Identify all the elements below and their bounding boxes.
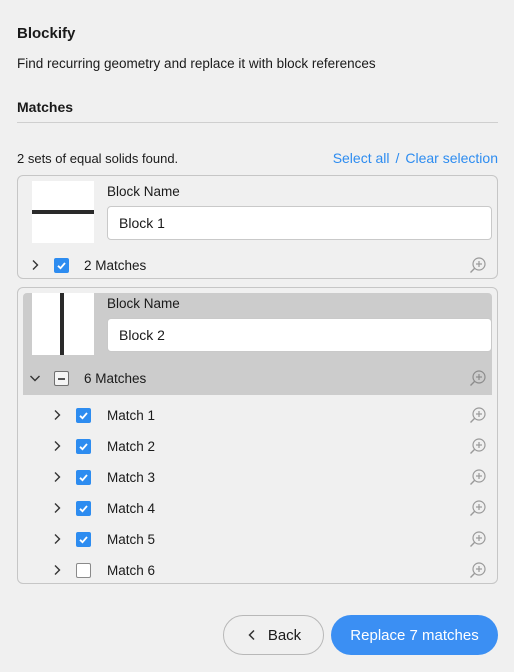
match-4-label: Match 4 xyxy=(107,501,156,516)
select-all-link[interactable]: Select all xyxy=(333,150,390,166)
block-1-matches-label: 2 Matches xyxy=(84,258,147,273)
block-2-thumbnail xyxy=(32,293,94,355)
indeterminate-icon xyxy=(58,377,65,380)
chevron-right-icon[interactable] xyxy=(50,439,64,453)
vertical-solid-preview xyxy=(60,293,64,355)
chevron-left-icon xyxy=(248,629,255,641)
clear-selection-link[interactable]: Clear selection xyxy=(405,150,498,166)
block-1-name-label: Block Name xyxy=(107,184,180,199)
block-group-1: Block Name 2 Matches xyxy=(17,175,498,279)
zoom-in-icon[interactable] xyxy=(469,256,487,274)
match-row-3[interactable]: Match 3 xyxy=(18,462,497,492)
zoom-in-icon[interactable] xyxy=(469,499,487,517)
match-row-5[interactable]: Match 5 xyxy=(18,524,497,554)
link-separator: / xyxy=(395,150,400,166)
block-1-matches-row[interactable]: 2 Matches xyxy=(18,250,497,280)
match-5-checkbox[interactable] xyxy=(76,532,91,547)
app-subtitle: Find recurring geometry and replace it w… xyxy=(17,56,376,71)
match-6-checkbox[interactable] xyxy=(76,563,91,578)
chevron-right-icon[interactable] xyxy=(50,563,64,577)
block-1-thumbnail xyxy=(32,181,94,243)
match-6-label: Match 6 xyxy=(107,563,156,578)
block-1-checkbox[interactable] xyxy=(54,258,69,273)
horizontal-solid-preview xyxy=(32,210,94,214)
section-divider xyxy=(17,122,498,123)
selection-links: Select all / Clear selection xyxy=(333,150,498,166)
match-1-label: Match 1 xyxy=(107,408,156,423)
match-row-2[interactable]: Match 2 xyxy=(18,431,497,461)
zoom-in-icon[interactable] xyxy=(469,530,487,548)
zoom-in-icon[interactable] xyxy=(469,561,487,579)
back-button[interactable]: Back xyxy=(223,615,324,655)
summary-text: 2 sets of equal solids found. xyxy=(17,151,179,166)
block-2-checkbox[interactable] xyxy=(54,371,69,386)
match-2-checkbox[interactable] xyxy=(76,439,91,454)
chevron-right-icon[interactable] xyxy=(50,470,64,484)
app-title: Blockify xyxy=(17,25,76,42)
match-row-4[interactable]: Match 4 xyxy=(18,493,497,523)
block-2-name-input[interactable] xyxy=(107,318,492,352)
block-2-name-label: Block Name xyxy=(107,296,180,311)
chevron-right-icon[interactable] xyxy=(28,258,42,272)
chevron-right-icon[interactable] xyxy=(50,408,64,422)
block-2-matches-label: 6 Matches xyxy=(84,371,147,386)
zoom-in-icon[interactable] xyxy=(469,468,487,486)
chevron-right-icon[interactable] xyxy=(50,532,64,546)
replace-matches-button[interactable]: Replace 7 matches xyxy=(331,615,498,655)
match-row-1[interactable]: Match 1 xyxy=(18,400,497,430)
zoom-in-icon[interactable] xyxy=(469,406,487,424)
match-3-label: Match 3 xyxy=(107,470,156,485)
match-2-label: Match 2 xyxy=(107,439,156,454)
match-4-checkbox[interactable] xyxy=(76,501,91,516)
match-5-label: Match 5 xyxy=(107,532,156,547)
chevron-right-icon[interactable] xyxy=(50,501,64,515)
match-3-checkbox[interactable] xyxy=(76,470,91,485)
zoom-in-icon[interactable] xyxy=(469,437,487,455)
replace-button-label: Replace 7 matches xyxy=(350,626,479,644)
zoom-in-icon[interactable] xyxy=(469,369,487,387)
match-row-6[interactable]: Match 6 xyxy=(18,555,497,585)
back-button-label: Back xyxy=(267,626,302,644)
block-1-name-input[interactable] xyxy=(107,206,492,240)
block-group-2: Block Name 6 Matches Match 1 xyxy=(17,287,498,584)
block-2-matches-row[interactable]: 6 Matches xyxy=(18,363,497,393)
match-1-checkbox[interactable] xyxy=(76,408,91,423)
chevron-down-icon[interactable] xyxy=(28,371,42,385)
section-title: Matches xyxy=(17,99,74,115)
